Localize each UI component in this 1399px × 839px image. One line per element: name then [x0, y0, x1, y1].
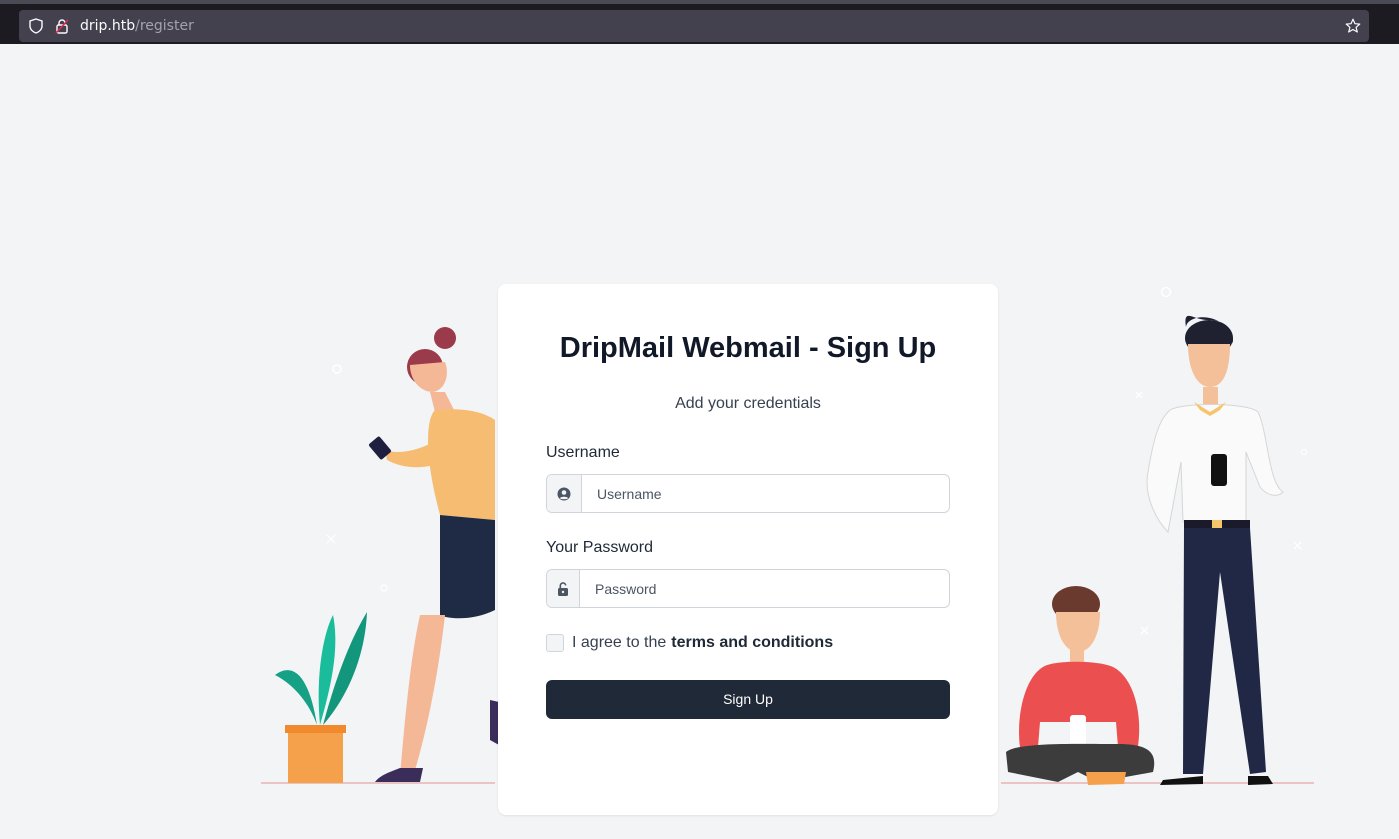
page-subtitle: Add your credentials [675, 395, 821, 412]
signup-card: DripMail Webmail - Sign Up Add your cred… [498, 284, 998, 815]
agree-text: I agree to the [572, 634, 667, 651]
terms-agreement: I agree to the terms and conditions [546, 634, 833, 652]
address-bar[interactable]: drip.htb/register [19, 10, 1369, 42]
user-circle-icon [547, 475, 582, 512]
password-input[interactable] [580, 570, 949, 607]
right-illustration [1001, 286, 1314, 785]
browser-toolbar: drip.htb/register [0, 0, 1399, 44]
password-label: Your Password [546, 539, 654, 556]
shield-icon[interactable] [28, 18, 44, 34]
username-field [546, 474, 950, 513]
insecure-lock-icon[interactable] [54, 18, 70, 34]
terms-checkbox[interactable] [546, 634, 564, 652]
url-path: /register [135, 18, 194, 34]
url-host: drip.htb [80, 18, 136, 34]
unlock-icon [547, 570, 580, 607]
password-field [546, 569, 950, 608]
page-title: DripMail Webmail - Sign Up [559, 332, 937, 364]
username-label: Username [546, 444, 620, 461]
sign-up-button[interactable]: Sign Up [546, 680, 950, 719]
left-illustration [261, 327, 499, 784]
terms-link[interactable]: terms and conditions [671, 634, 833, 652]
bookmark-star-icon[interactable] [1345, 18, 1361, 38]
username-input[interactable] [582, 475, 949, 512]
